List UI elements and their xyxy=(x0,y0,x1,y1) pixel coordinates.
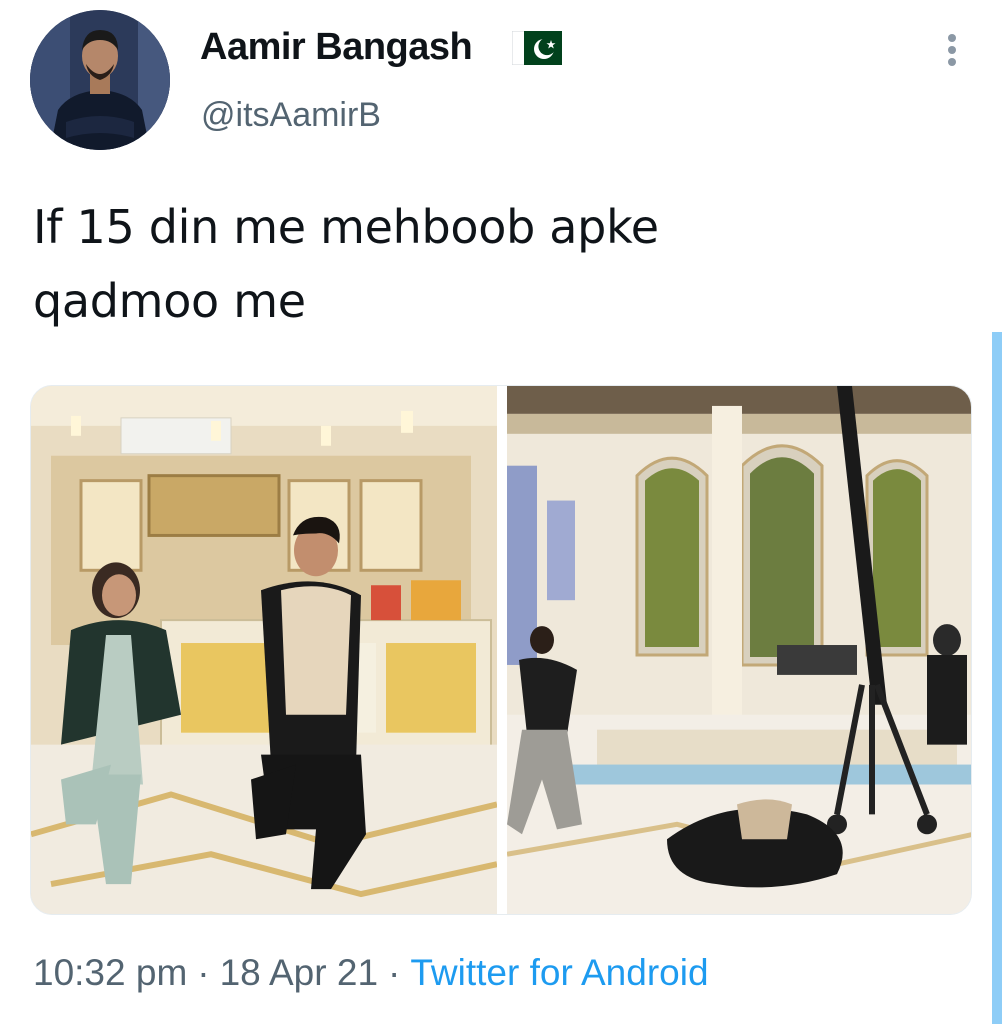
tweet-media[interactable] xyxy=(30,385,972,915)
media-image-right[interactable] xyxy=(507,386,972,914)
scrollbar[interactable] xyxy=(992,332,1002,1024)
tweet-date[interactable]: 18 Apr 21 xyxy=(220,952,378,993)
more-vertical-icon[interactable] xyxy=(932,26,972,74)
pakistan-flag-icon xyxy=(512,31,562,65)
avatar[interactable] xyxy=(30,10,170,150)
meta-separator: · xyxy=(197,952,210,993)
tweet-meta: 10:32 pm · 18 Apr 21 · Twitter for Android xyxy=(33,952,709,994)
media-divider xyxy=(497,386,507,914)
media-image-left[interactable] xyxy=(31,386,497,914)
avatar-photo xyxy=(30,10,170,150)
author-name[interactable]: Aamir Bangash xyxy=(200,26,473,69)
author-handle[interactable]: @itsAamirB xyxy=(201,96,381,135)
tweet-source-link[interactable]: Twitter for Android xyxy=(410,952,708,993)
meta-separator: · xyxy=(388,952,401,993)
tweet-text: If 15 din me mehboob apke qadmoo me xyxy=(33,200,659,328)
tweet-time[interactable]: 10:32 pm xyxy=(33,952,187,993)
